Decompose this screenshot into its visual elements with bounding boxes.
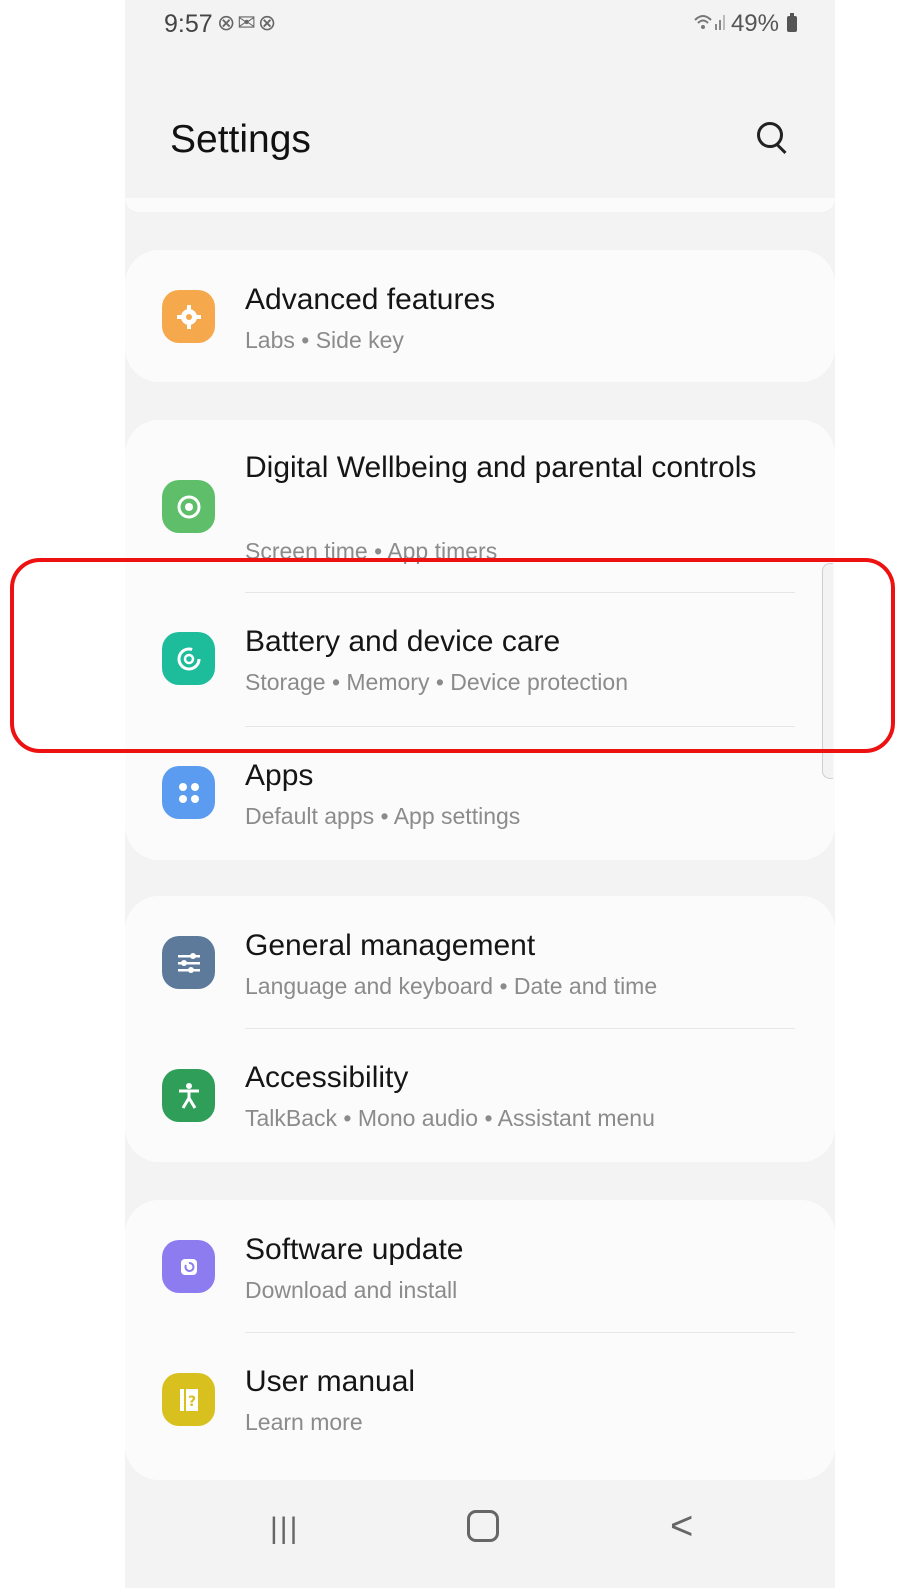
svg-text:?: ? (187, 1394, 195, 1410)
recents-button[interactable]: ||| (270, 1512, 299, 1546)
settings-item-advanced-features[interactable]: Advanced features Labs • Side key (125, 250, 835, 382)
phone-screen: 9:57 ⊗✉⊗ 49% Settings Advanced features … (125, 0, 835, 1588)
home-button[interactable] (467, 1510, 499, 1542)
item-subtitle: Learn more (245, 1409, 363, 1435)
settings-item-general-management[interactable]: General management Language and keyboard… (125, 896, 835, 1028)
previous-card-edge (125, 198, 835, 212)
battery-icon (787, 13, 797, 32)
gear-icon (162, 290, 215, 343)
status-bar: 9:57 ⊗✉⊗ 49% (125, 0, 835, 60)
item-label: Accessibility (245, 1061, 409, 1094)
item-subtitle: Language and keyboard • Date and time (245, 973, 658, 999)
apps-icon (162, 766, 215, 819)
navigation-bar: ||| < (125, 1490, 835, 1588)
search-button[interactable] (750, 115, 800, 165)
item-label: User manual (245, 1365, 416, 1398)
highlight-box-battery-device-care (10, 558, 895, 753)
item-label: Advanced features (245, 283, 496, 316)
accessibility-icon (162, 1069, 215, 1122)
item-subtitle: TalkBack • Mono audio • Assistant menu (245, 1105, 655, 1131)
status-right: 49% (693, 10, 797, 38)
wellbeing-icon (162, 480, 215, 533)
settings-card-general: General management Language and keyboard… (125, 896, 835, 1162)
item-label: Software update (245, 1233, 464, 1266)
settings-item-user-manual[interactable]: ? User manual Learn more (125, 1332, 835, 1466)
settings-card-advanced: Advanced features Labs • Side key (125, 250, 835, 382)
battery-percent: 49% (730, 10, 779, 37)
notification-icons: ⊗✉⊗ (217, 10, 279, 35)
settings-item-software-update[interactable]: Software update Download and install (125, 1200, 835, 1332)
sliders-icon (162, 936, 215, 989)
manual-icon: ? (162, 1373, 215, 1426)
back-button[interactable]: < (670, 1504, 693, 1549)
item-subtitle: Download and install (245, 1277, 458, 1303)
item-subtitle: Default apps • App settings (245, 803, 521, 829)
item-label: Apps (245, 759, 314, 792)
update-icon (162, 1240, 215, 1293)
page-title: Settings (170, 118, 311, 161)
item-subtitle: Labs • Side key (245, 327, 404, 353)
item-label: Digital Wellbeing and parental controls (245, 451, 757, 484)
settings-card-support: Software update Download and install ? U… (125, 1200, 835, 1480)
item-label: General management (245, 929, 536, 962)
settings-item-accessibility[interactable]: Accessibility TalkBack • Mono audio • As… (125, 1028, 835, 1162)
status-time: 9:57 (164, 10, 213, 38)
wifi-signal-icon (693, 12, 727, 37)
